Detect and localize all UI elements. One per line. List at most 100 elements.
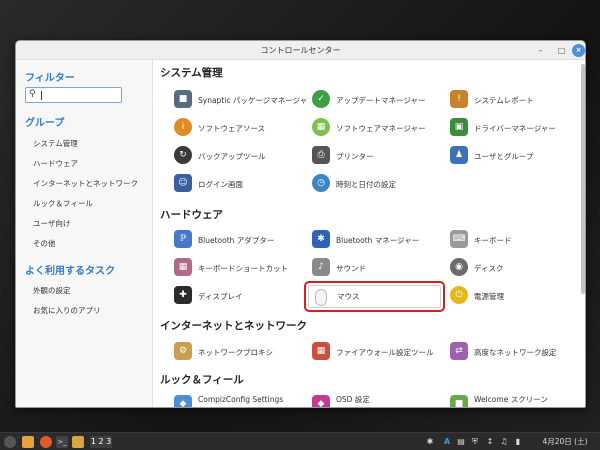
task-favorite-apps[interactable]: お気に入りのアプリ — [33, 305, 101, 316]
item-label: ユーザとグループ — [474, 151, 534, 161]
item-label: ログイン画面 — [198, 179, 243, 189]
item-bluetooth-adapter[interactable]: ℙ Bluetooth アダプター — [174, 228, 310, 252]
bluetooth-icon: ✱ — [312, 230, 330, 248]
firefox-icon[interactable] — [40, 436, 52, 448]
item-label: キーボードショートカット — [198, 263, 288, 273]
item-keyboard-shortcuts[interactable]: ▦ キーボードショートカット — [174, 256, 310, 280]
battery-icon[interactable]: ▮ — [513, 436, 523, 448]
sidebar-item-look[interactable]: ルック＆フィール — [33, 198, 93, 209]
section-heading-system: システム管理 — [160, 67, 223, 79]
welcome-icon: ■ — [450, 395, 468, 407]
item-label: キーボード — [474, 235, 512, 245]
printer-icon: ⎙ — [312, 146, 330, 164]
menu-icon[interactable] — [4, 436, 16, 448]
item-label: 時刻と日付の設定 — [336, 179, 396, 189]
item-label: ネットワークプロキシ — [198, 347, 273, 357]
minimize-button[interactable]: – — [534, 44, 547, 57]
section-heading-network: インターネットとネットワーク — [160, 320, 307, 332]
item-label: 高度なネットワーク設定 — [474, 347, 557, 357]
shield-tray-icon[interactable]: ⛨ — [470, 436, 480, 448]
maximize-button[interactable]: □ — [555, 44, 568, 57]
bluetooth-adapter-icon: ℙ — [174, 230, 192, 248]
item-power-management[interactable]: ⏻ 電源管理 — [450, 284, 585, 308]
item-network-proxy[interactable]: ⚙ ネットワークプロキシ — [174, 340, 310, 364]
proxy-icon: ⚙ — [174, 342, 192, 360]
scrollbar[interactable] — [581, 64, 585, 294]
users-icon: ♟ — [450, 146, 468, 164]
item-driver-manager[interactable]: ▣ ドライバーマネージャー — [450, 116, 585, 140]
clipboard-icon[interactable]: ▤ — [456, 436, 466, 448]
item-osd[interactable]: ◆ OSD 設定 — [312, 393, 448, 407]
network-icon: ⇄ — [450, 342, 468, 360]
item-label: ディスプレイ — [198, 291, 243, 301]
window-title: コントロールセンター — [260, 46, 341, 55]
login-screen-icon: ☺ — [174, 174, 192, 192]
item-disks[interactable]: ◉ ディスク — [450, 256, 585, 280]
section-heading-hardware: ハードウェア — [160, 209, 223, 221]
item-software-manager[interactable]: ▦ ソフトウェアマネージャー — [312, 116, 448, 140]
item-system-report[interactable]: ! システムレポート — [450, 88, 585, 112]
compiz-icon: ◆ — [174, 395, 192, 407]
item-label: ファイアウォール設定ツール — [336, 347, 434, 357]
bluetooth-tray-icon[interactable]: ✱ — [426, 436, 434, 448]
item-label: アップデートマネージャー — [336, 95, 426, 105]
item-update-manager[interactable]: ✓ アップデートマネージャー — [312, 88, 448, 112]
synaptic-icon: ■ — [174, 90, 192, 108]
item-label: システムレポート — [474, 95, 534, 105]
close-button[interactable]: × — [572, 44, 585, 57]
titlebar: コントロールセンター – □ × — [16, 41, 585, 60]
item-backup-tool[interactable]: ↻ バックアップツール — [174, 144, 310, 168]
item-software-sources[interactable]: i ソフトウェアソース — [174, 116, 310, 140]
item-bluetooth-manager[interactable]: ✱ Bluetooth マネージャー — [312, 228, 448, 252]
software-source-icon: i — [174, 118, 192, 136]
clock-icon: ◷ — [312, 174, 330, 192]
terminal-icon[interactable]: >_ — [56, 436, 68, 448]
item-label: ソフトウェアソース — [198, 123, 266, 133]
item-display[interactable]: ✚ ディスプレイ — [174, 284, 310, 308]
item-advanced-network[interactable]: ⇄ 高度なネットワーク設定 — [450, 340, 585, 364]
item-label: 電源管理 — [474, 291, 504, 301]
item-label: サウンド — [336, 263, 366, 273]
workspace-switcher[interactable]: 1 2 3 — [90, 436, 112, 448]
taskbar: >_ 1 2 3 ✱ A ▤ ⛨ ↕ ♫ ▮ 4月20日 (土) 13:04 — [0, 432, 600, 450]
item-label: バックアップツール — [198, 151, 266, 161]
task-appearance[interactable]: 外観の設定 — [33, 285, 71, 296]
input-method-icon[interactable]: A — [442, 436, 452, 448]
files-icon[interactable] — [22, 436, 34, 448]
driver-chip-icon: ▣ — [450, 118, 468, 136]
software-manager-icon: ▦ — [312, 118, 330, 136]
item-time-date[interactable]: ◷ 時刻と日付の設定 — [312, 172, 448, 196]
item-synaptic[interactable]: ■ Synaptic パッケージマネージャ — [174, 88, 310, 112]
item-login-screen[interactable]: ☺ ログイン画面 — [174, 172, 310, 196]
report-icon: ! — [450, 90, 468, 108]
item-compizconfig[interactable]: ◆ CompizConfig Settings — [174, 393, 310, 407]
item-label: CompizConfig Settings — [198, 395, 284, 404]
sidebar-item-system[interactable]: システム管理 — [33, 138, 78, 149]
network-tray-icon[interactable]: ↕ — [485, 436, 495, 448]
item-users-groups[interactable]: ♟ ユーザとグループ — [450, 144, 585, 168]
groups-heading: グループ — [25, 118, 65, 129]
item-keyboard[interactable]: ⌨ キーボード — [450, 228, 585, 252]
filter-heading: フィルター — [25, 73, 75, 84]
item-sound[interactable]: ♪ サウンド — [312, 256, 448, 280]
firewall-icon: ▦ — [312, 342, 330, 360]
item-label: Bluetooth マネージャー — [336, 235, 420, 245]
sidebar-item-network[interactable]: インターネットとネットワーク — [33, 178, 138, 189]
backup-icon: ↻ — [174, 146, 192, 164]
sidebar-item-hardware[interactable]: ハードウェア — [33, 158, 78, 169]
mouse-highlight-box: マウス — [304, 281, 445, 312]
common-tasks-heading: よく利用するタスク — [25, 266, 115, 277]
item-label: OSD 設定 — [336, 395, 370, 404]
item-firewall[interactable]: ▦ ファイアウォール設定ツール — [312, 340, 448, 364]
clock[interactable]: 4月20日 (土) 13:04 — [531, 436, 599, 450]
volume-icon[interactable]: ♫ — [499, 436, 509, 448]
folder-icon[interactable] — [72, 436, 84, 448]
item-label: ソフトウェアマネージャー — [336, 123, 426, 133]
item-printer[interactable]: ⎙ プリンター — [312, 144, 448, 168]
sidebar-item-personal[interactable]: ユーザ向け — [33, 218, 70, 229]
sidebar-item-other[interactable]: その他 — [33, 238, 56, 249]
display-icon: ✚ — [174, 286, 192, 304]
item-mouse[interactable]: マウス — [308, 285, 441, 308]
search-input[interactable]: ⚲ — [25, 87, 122, 103]
item-welcome[interactable]: ■ Welcome スクリーン — [450, 393, 585, 407]
